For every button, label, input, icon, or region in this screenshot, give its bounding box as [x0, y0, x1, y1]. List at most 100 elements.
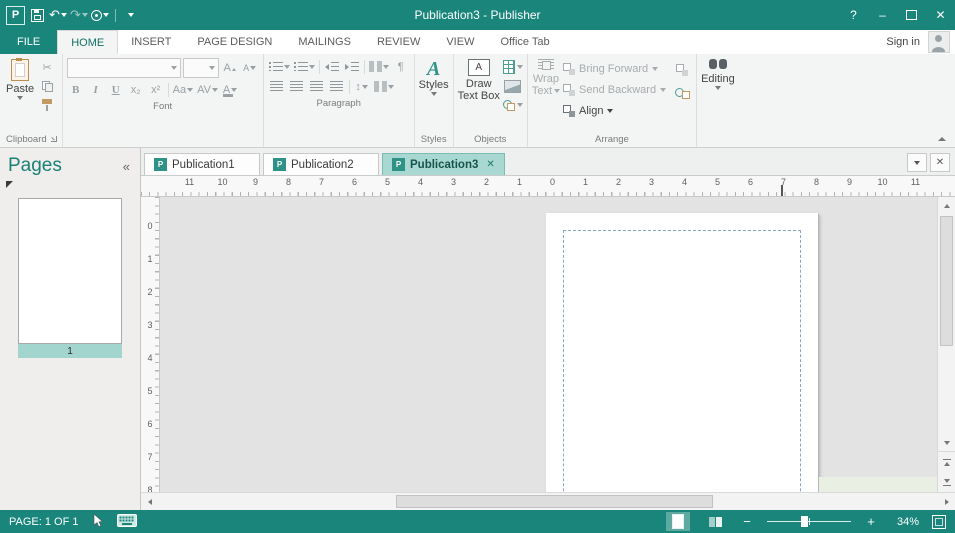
doc-tab-publication2[interactable]: P Publication2 [263, 153, 379, 175]
page-down-icon [944, 479, 950, 483]
page-1-thumbnail[interactable] [18, 198, 122, 344]
scroll-down-icon [944, 441, 950, 445]
touch-mode-button[interactable] [91, 4, 109, 26]
zoom-out-button[interactable]: − [740, 514, 754, 529]
scroll-right-button[interactable] [938, 493, 955, 510]
zoom-slider-thumb[interactable] [801, 516, 808, 527]
subscript-button[interactable]: x₂ [127, 81, 145, 98]
maximize-button[interactable] [897, 0, 926, 30]
insert-table-button[interactable] [503, 59, 523, 75]
underline-button[interactable]: U [107, 81, 125, 98]
insert-picture-button[interactable] [503, 78, 523, 94]
italic-button[interactable]: I [87, 81, 105, 98]
tab-office-tab[interactable]: Office Tab [487, 30, 562, 54]
group-objects-button[interactable] [672, 62, 692, 78]
font-name-combo[interactable] [67, 58, 181, 78]
zoom-in-button[interactable]: + [864, 514, 878, 529]
minimize-button[interactable]: – [868, 0, 897, 30]
scroll-up-button[interactable] [938, 197, 955, 214]
collapse-pages-panel-button[interactable]: « [123, 159, 130, 174]
close-tab-bar-button[interactable]: ✕ [930, 153, 950, 172]
vertical-scroll-thumb[interactable] [940, 216, 953, 346]
tab-mailings[interactable]: MAILINGS [285, 30, 364, 54]
decrease-indent-button[interactable] [323, 58, 341, 75]
app-menu-button[interactable]: P [6, 4, 25, 26]
tab-review[interactable]: REVIEW [364, 30, 433, 54]
align-left-button[interactable] [268, 78, 286, 95]
horizontal-scrollbar[interactable] [141, 492, 955, 510]
font-color-button[interactable]: A [221, 81, 239, 98]
two-page-view-button[interactable] [703, 512, 727, 531]
page-indicator[interactable]: PAGE: 1 OF 1 [9, 516, 79, 528]
pages-panel-marker-icon[interactable] [6, 181, 13, 188]
columns-button[interactable] [368, 58, 390, 75]
tab-home[interactable]: HOME [57, 30, 118, 54]
bring-forward-button[interactable]: Bring Forward [563, 60, 666, 78]
doc-tab-publication3[interactable]: P Publication3 ✕ [382, 153, 505, 175]
tab-page-design[interactable]: PAGE DESIGN [184, 30, 285, 54]
copy-button[interactable] [37, 78, 57, 94]
sign-in-link[interactable]: Sign in [886, 36, 920, 48]
workspace-canvas[interactable] [160, 197, 937, 492]
tab-view[interactable]: VIEW [433, 30, 487, 54]
horizontal-scroll-thumb[interactable] [396, 495, 713, 508]
scroll-left-button[interactable] [141, 493, 158, 510]
change-case-button[interactable]: Aa [172, 81, 194, 98]
numbering-button[interactable] [293, 58, 316, 75]
doc-tab-publication1[interactable]: P Publication1 [144, 153, 260, 175]
draw-text-box-button[interactable]: A Draw Text Box [458, 57, 500, 131]
shrink-font-icon: A [243, 63, 249, 73]
vertical-scroll-track[interactable] [938, 214, 955, 434]
clipboard-dialog-launcher[interactable] [50, 135, 58, 143]
grow-font-button[interactable]: A [221, 60, 239, 77]
scroll-down-button[interactable] [938, 434, 955, 451]
font-size-combo[interactable] [183, 58, 219, 78]
editing-button[interactable]: Editing [701, 57, 735, 131]
close-button[interactable]: ✕ [926, 0, 955, 30]
vertical-scrollbar[interactable] [937, 197, 955, 492]
zoom-level[interactable]: 34% [891, 516, 919, 528]
scroll-page-up-button[interactable] [938, 452, 955, 472]
borders-button[interactable] [373, 78, 395, 95]
bullets-button[interactable] [268, 58, 291, 75]
superscript-button[interactable]: x² [147, 81, 165, 98]
align-objects-button[interactable]: Align [563, 102, 666, 120]
collapse-ribbon-button[interactable] [938, 137, 946, 141]
publication-page[interactable] [546, 213, 818, 492]
single-page-view-button[interactable] [666, 512, 690, 531]
horizontal-scroll-track[interactable] [158, 493, 938, 510]
customize-qat-button[interactable] [122, 4, 140, 26]
show-formatting-button[interactable]: ¶ [392, 58, 410, 75]
zoom-slider[interactable] [767, 512, 851, 531]
undo-button[interactable]: ↶ [49, 4, 67, 26]
character-spacing-button[interactable]: AV [196, 81, 219, 98]
vertical-ruler[interactable]: 012345678 [141, 197, 160, 492]
justify-button[interactable] [328, 78, 346, 95]
insert-shapes-button[interactable] [503, 97, 523, 113]
shrink-font-button[interactable]: A [241, 60, 259, 77]
horizontal-ruler[interactable]: 111098765432101234567891011 [141, 176, 955, 197]
wrap-text-button[interactable]: Wrap Text [532, 57, 560, 131]
align-right-button[interactable] [308, 78, 326, 95]
paste-button[interactable]: Paste [6, 57, 34, 131]
close-doc-tab-icon[interactable]: ✕ [486, 159, 494, 170]
increase-indent-button[interactable] [343, 58, 361, 75]
tab-file[interactable]: FILE [0, 30, 57, 54]
fit-page-button[interactable] [932, 515, 946, 529]
send-backward-button[interactable]: Send Backward [563, 81, 666, 99]
line-spacing-button[interactable]: ↕ [353, 78, 371, 95]
styles-button[interactable]: A Styles [419, 57, 449, 131]
tab-insert[interactable]: INSERT [118, 30, 184, 54]
cut-button[interactable]: ✂ [37, 59, 57, 75]
rotate-objects-button[interactable] [672, 85, 692, 101]
help-button[interactable]: ? [839, 0, 868, 30]
align-center-button[interactable] [288, 78, 306, 95]
scroll-page-down-button[interactable] [938, 472, 955, 492]
user-avatar-icon[interactable] [928, 31, 950, 53]
format-painter-button[interactable] [37, 97, 57, 113]
bold-button[interactable]: B [67, 81, 85, 98]
save-button[interactable] [28, 4, 46, 26]
tab-list-dropdown-button[interactable] [907, 153, 927, 172]
redo-button[interactable]: ↷ [70, 4, 88, 26]
page-1-thumbnail-label[interactable]: 1 [18, 344, 122, 358]
